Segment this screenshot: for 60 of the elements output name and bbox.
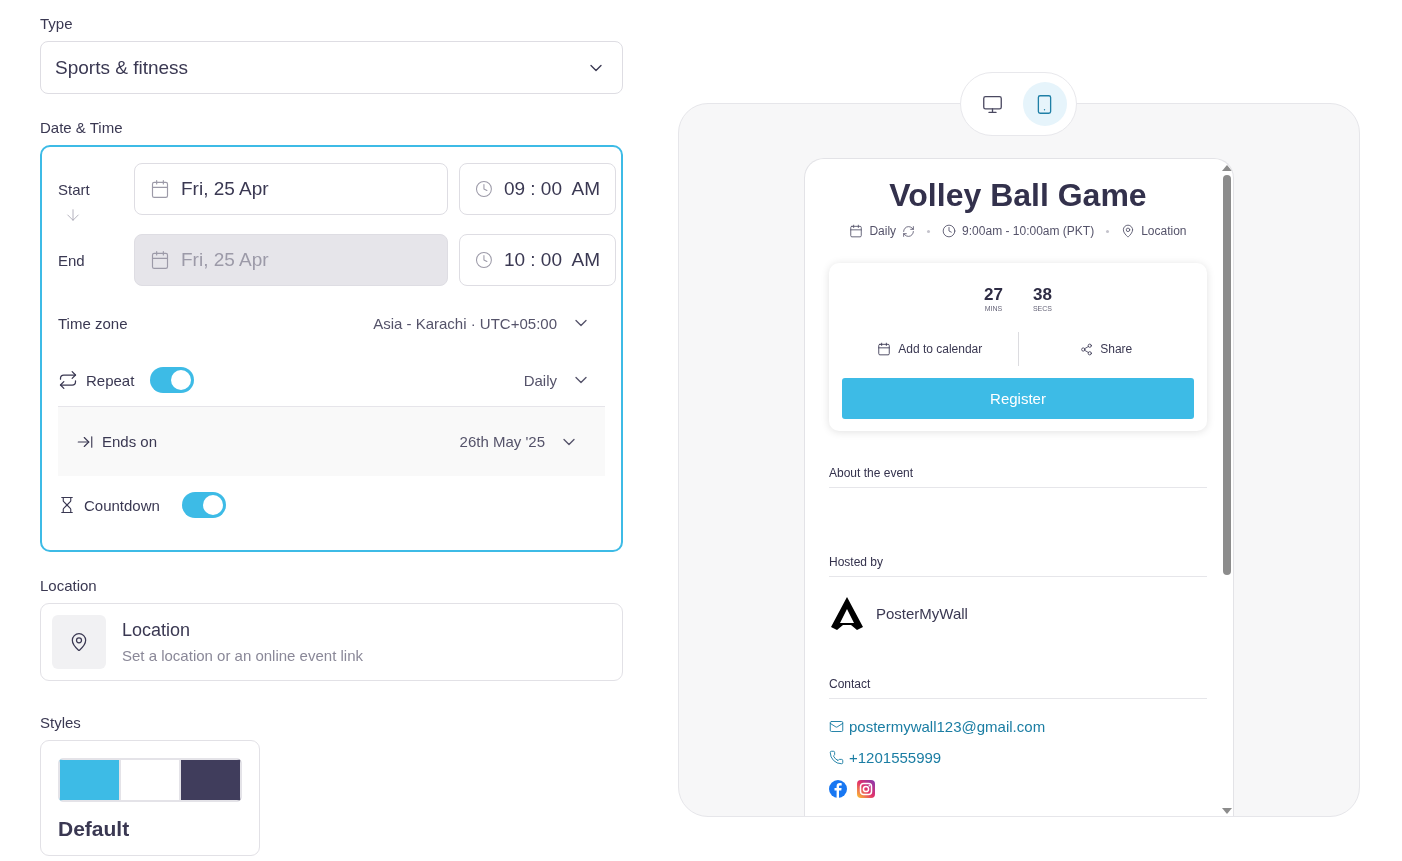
map-pin-icon [1121, 224, 1136, 238]
hourglass-icon [58, 496, 76, 514]
repeat-icon [58, 370, 78, 390]
location-card[interactable]: Location Set a location or an online event link [40, 603, 623, 681]
countdown-number: 38 [1033, 285, 1052, 305]
mail-icon [829, 719, 844, 734]
facebook-icon[interactable] [829, 780, 847, 798]
countdown-number: 27 [984, 285, 1003, 305]
timezone-dropdown[interactable]: Asia - Karachi · UTC+05:00 [373, 313, 605, 333]
clock-icon [475, 179, 493, 199]
map-pin-icon [69, 632, 89, 652]
calendar-icon [877, 342, 892, 356]
share-button[interactable]: Share [1018, 341, 1194, 357]
clock-icon [475, 250, 493, 270]
row-label: Repeat [86, 371, 135, 389]
field-label: Type [40, 15, 74, 32]
row-label: End [58, 251, 85, 269]
monitor-icon [982, 93, 1003, 115]
style-name: Default [58, 817, 131, 841]
mobile-view-button[interactable] [1022, 82, 1067, 126]
host-logo [829, 595, 865, 631]
row-label: Countdown [84, 496, 160, 514]
recurrence-text: Daily [869, 224, 897, 238]
field-label: Date & Time [40, 119, 124, 136]
clock-icon [942, 224, 957, 238]
email-link[interactable]: postermywall123@gmail.com [849, 718, 1046, 735]
scrollbar-thumb[interactable] [1223, 175, 1231, 575]
section-heading: Contact [829, 677, 1207, 699]
scroll-up-arrow-icon[interactable] [1222, 165, 1232, 171]
calendar-icon [849, 224, 864, 238]
location-subtitle: Set a location or an online event link [122, 647, 363, 664]
phone-link[interactable]: +1201555999 [849, 749, 942, 766]
location-text: Location [1141, 224, 1187, 238]
row-label: Ends on [102, 433, 158, 450]
section-heading: About the event [829, 466, 1207, 488]
calendar-icon [150, 179, 170, 199]
repeat-toggle[interactable] [150, 367, 195, 393]
repeat-dropdown[interactable]: Daily [523, 370, 605, 390]
host-name: PosterMyWall [876, 604, 968, 622]
field-label: Styles [40, 714, 82, 731]
type-dropdown[interactable]: Sports & fitness [40, 41, 623, 94]
date-field[interactable]: Fri, 25 Apr [134, 163, 448, 215]
event-title: Volley Ball Game [888, 177, 1148, 214]
add-to-calendar-button[interactable]: Add to calendar [842, 341, 1018, 357]
ends-on-dropdown[interactable]: 26th May '25 [459, 431, 579, 452]
phone-icon [829, 750, 844, 765]
style-card[interactable]: Default [40, 740, 260, 856]
instagram-icon[interactable] [857, 780, 875, 798]
field-label: Location [40, 577, 98, 594]
refresh-icon [902, 224, 916, 238]
location-title: Location [122, 620, 192, 641]
calendar-icon [150, 250, 170, 270]
scroll-down-arrow-icon[interactable] [1222, 808, 1232, 814]
section-heading: Hosted by [829, 555, 1207, 577]
row-label: Start [58, 180, 90, 198]
time-range-text: 9:00am - 10:00am (PKT) [962, 224, 1095, 238]
row-label: Time zone [58, 314, 128, 332]
share-icon [1080, 342, 1094, 356]
time-field[interactable]: 09 : 00 AM [459, 163, 616, 215]
countdown-toggle[interactable] [181, 492, 226, 518]
